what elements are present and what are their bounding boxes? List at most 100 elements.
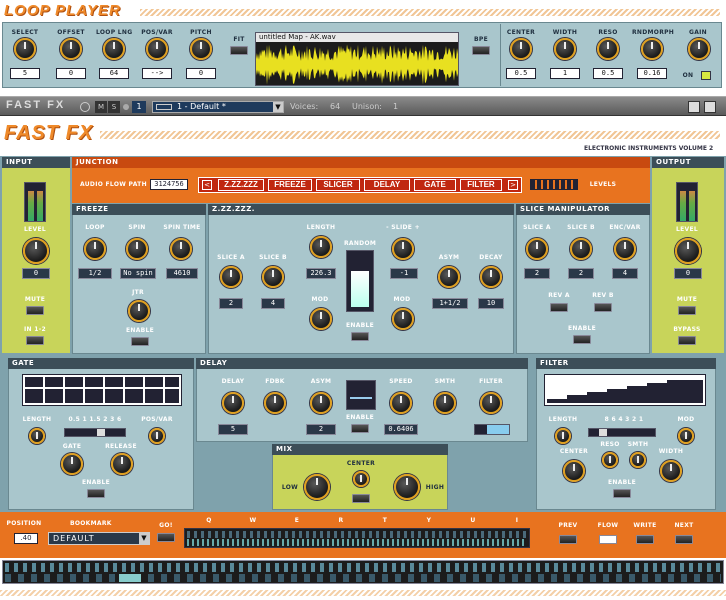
solo-s-button[interactable]: S — [108, 101, 120, 113]
gate-length-slider[interactable] — [64, 428, 126, 437]
filter-width-knob[interactable] — [660, 460, 682, 482]
filter-length-knob[interactable] — [555, 428, 571, 444]
audio-flow-value[interactable]: 3124756 — [150, 179, 188, 190]
chain-item-5[interactable]: FILTER — [460, 179, 502, 191]
toolbar-right-btn-1[interactable] — [688, 101, 700, 113]
posvar-knob[interactable] — [146, 38, 168, 60]
center-knob[interactable] — [510, 38, 532, 60]
zz-slide-value[interactable]: -1 — [390, 268, 418, 279]
filter-smth-knob[interactable] — [630, 452, 646, 468]
delay-speed-knob[interactable] — [390, 392, 412, 414]
input-level-value[interactable]: 0 — [22, 268, 50, 279]
offset-knob[interactable] — [60, 38, 82, 60]
gate-slider-thumb[interactable] — [97, 429, 105, 436]
chain-item-3[interactable]: DELAY — [364, 179, 410, 191]
write-button[interactable] — [636, 535, 654, 544]
mix-center-knob[interactable] — [353, 471, 369, 487]
reso-value[interactable]: 0.5 — [593, 68, 623, 79]
go-button[interactable] — [157, 533, 175, 542]
zz-asym-value[interactable]: 1+1/2 — [432, 298, 468, 309]
chain-prev-icon[interactable]: < — [202, 180, 212, 190]
filter-slider-thumb[interactable] — [599, 429, 607, 436]
zz-length-value[interactable]: 226.3 — [306, 268, 336, 279]
gate-release-knob[interactable] — [111, 453, 133, 475]
freeze-spin-knob[interactable] — [126, 238, 148, 260]
next-button[interactable] — [675, 535, 693, 544]
pitch-value[interactable]: 0 — [186, 68, 216, 79]
chain-item-4[interactable]: GATE — [414, 179, 456, 191]
offset-value[interactable]: 0 — [56, 68, 86, 79]
zz-decay-value[interactable]: 10 — [478, 298, 504, 309]
loop-length-knob[interactable] — [103, 38, 125, 60]
width-value[interactable]: 1 — [550, 68, 580, 79]
on-toggle[interactable] — [701, 71, 711, 80]
output-mute-button[interactable] — [678, 306, 696, 315]
width-knob[interactable] — [554, 38, 576, 60]
freeze-enable-button[interactable] — [131, 337, 149, 346]
sm-slice-b-value[interactable]: 2 — [568, 268, 594, 279]
output-level-knob[interactable] — [675, 238, 701, 264]
gate-gate-knob[interactable] — [61, 453, 83, 475]
mix-center-button[interactable] — [352, 494, 370, 503]
bpe-button[interactable] — [472, 46, 490, 55]
chain-item-0[interactable]: Z.ZZ.ZZZ — [218, 179, 264, 191]
delay-asym-value[interactable]: 2 — [306, 424, 336, 435]
freeze-jtr-knob[interactable] — [128, 300, 150, 322]
fit-button[interactable] — [230, 46, 248, 55]
delay-speed-value[interactable]: 0.6406 — [384, 424, 418, 435]
filter-length-slider[interactable] — [588, 428, 656, 437]
filter-pattern[interactable] — [544, 374, 706, 406]
chain-item-1[interactable]: FREEZE — [268, 179, 312, 191]
freeze-loop-value[interactable]: 1/2 — [78, 268, 112, 279]
gate-length-knob[interactable] — [29, 428, 45, 444]
position-value[interactable]: .40 — [14, 533, 38, 544]
zz-slide-knob[interactable] — [392, 238, 414, 260]
input-level-knob[interactable] — [23, 238, 49, 264]
zz-random-display[interactable] — [346, 250, 374, 312]
delay-delay-knob[interactable] — [222, 392, 244, 414]
output-level-value[interactable]: 0 — [674, 268, 702, 279]
sm-slice-b-knob[interactable] — [570, 238, 592, 260]
gain-knob[interactable] — [688, 38, 710, 60]
chain-next-icon[interactable]: > — [508, 180, 518, 190]
chain-item-2[interactable]: SLICER — [316, 179, 360, 191]
gate-pattern[interactable] — [22, 374, 182, 406]
sm-slice-a-knob[interactable] — [526, 238, 548, 260]
delay-delay-value[interactable]: 5 — [218, 424, 248, 435]
zz-slice-a-knob[interactable] — [220, 266, 242, 288]
sm-encvar-value[interactable]: 4 — [612, 268, 638, 279]
slot-number[interactable]: 1 — [132, 101, 146, 113]
freeze-spintime-knob[interactable] — [170, 238, 192, 260]
input-mute-button[interactable] — [26, 306, 44, 315]
posvar-value[interactable]: --> — [142, 68, 172, 79]
zz-mod-knob[interactable] — [310, 308, 332, 330]
center-value[interactable]: 0.5 — [506, 68, 536, 79]
freeze-spin-value[interactable]: No spin — [120, 268, 156, 279]
freeze-spintime-value[interactable]: 4610 — [166, 268, 198, 279]
zz-slice-a-value[interactable]: 2 — [219, 298, 243, 309]
gate-enable-button[interactable] — [87, 489, 105, 498]
zz-enable-button[interactable] — [351, 332, 369, 341]
mix-high-knob[interactable] — [394, 474, 420, 500]
delay-enable-button[interactable] — [351, 424, 369, 433]
pattern-bar[interactable] — [184, 528, 530, 548]
bookmark-dropdown[interactable]: DEFAULT ▼ — [48, 532, 150, 545]
select-value[interactable]: 5 — [10, 68, 40, 79]
delay-filter-knob[interactable] — [480, 392, 502, 414]
filter-reso-knob[interactable] — [602, 452, 618, 468]
reso-knob[interactable] — [597, 38, 619, 60]
filter-center-knob[interactable] — [563, 460, 585, 482]
pitch-knob[interactable] — [190, 38, 212, 60]
select-knob[interactable] — [14, 38, 36, 60]
bypass-button[interactable] — [678, 336, 696, 345]
filter-enable-button[interactable] — [613, 489, 631, 498]
rndmorph-knob[interactable] — [641, 38, 663, 60]
prev-button[interactable] — [559, 535, 577, 544]
freeze-loop-knob[interactable] — [84, 238, 106, 260]
zz-asym-knob[interactable] — [438, 266, 460, 288]
sm-encvar-knob[interactable] — [614, 238, 636, 260]
mute-m-button[interactable]: M — [95, 101, 107, 113]
delay-fdbk-knob[interactable] — [264, 392, 286, 414]
power-icon[interactable] — [123, 104, 129, 110]
rndmorph-value[interactable]: 0.16 — [637, 68, 667, 79]
